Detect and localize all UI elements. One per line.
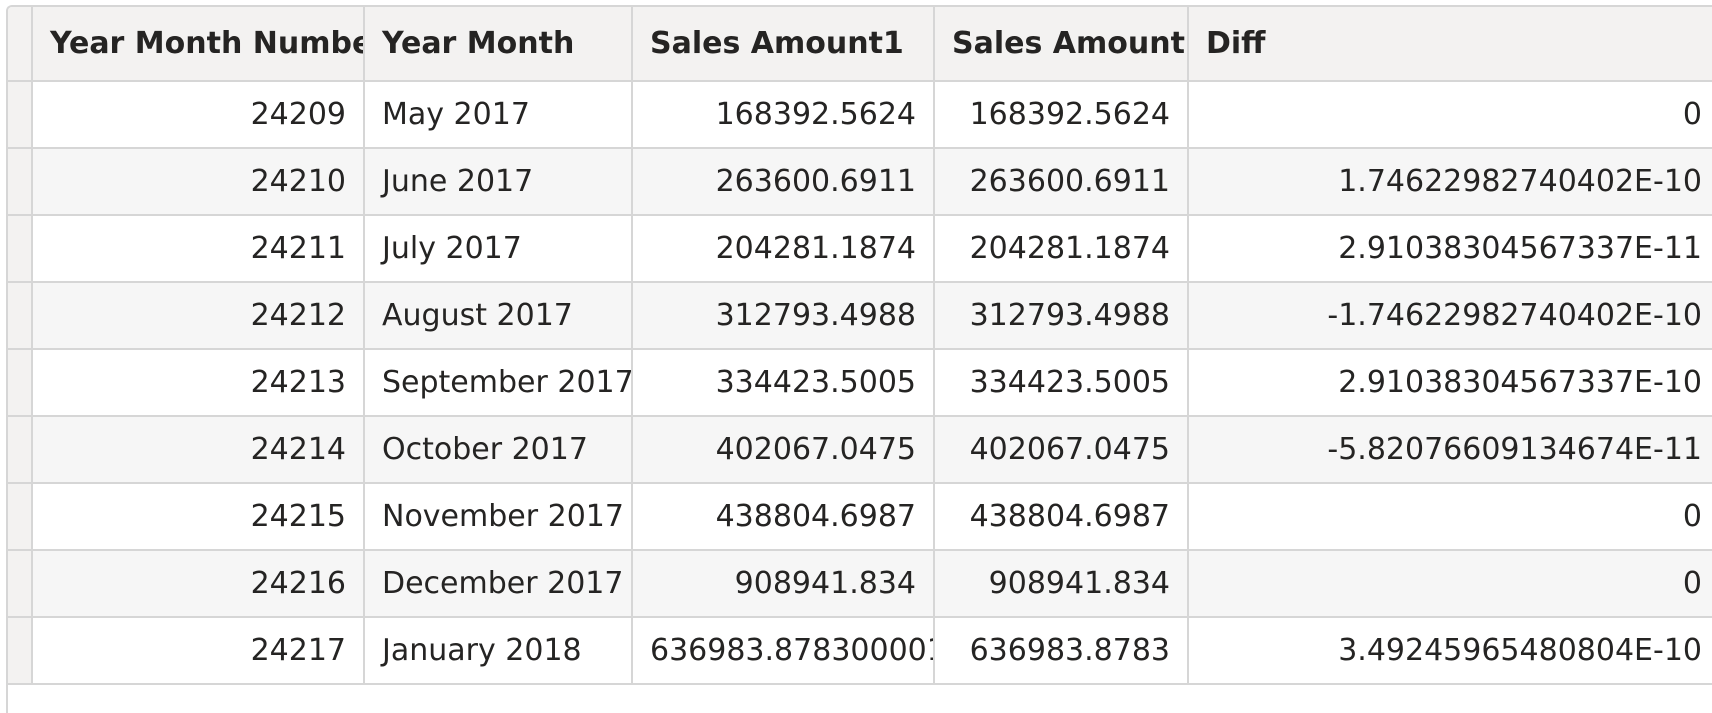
table-row[interactable]: 24212 August 2017 312793.4988 312793.498… bbox=[8, 282, 1712, 350]
table-row[interactable]: 24217 January 2018 636983.878300001 6369… bbox=[8, 617, 1712, 685]
cell-year-month[interactable]: August 2017 bbox=[364, 282, 633, 350]
cell-sales-amount1[interactable]: 438804.6987 bbox=[632, 483, 935, 551]
cell-sales-amount2[interactable]: 263600.6911 bbox=[934, 148, 1189, 216]
cell-diff[interactable]: -1.74622982740402E-10 bbox=[1188, 282, 1712, 350]
cell-diff[interactable]: 2.91038304567337E-10 bbox=[1188, 349, 1712, 417]
cell-sales-amount1[interactable]: 636983.878300001 bbox=[632, 617, 935, 685]
cell-diff[interactable]: -5.82076609134674E-11 bbox=[1188, 416, 1712, 484]
row-selector[interactable] bbox=[8, 483, 33, 551]
cell-diff[interactable]: 3.49245965480804E-10 bbox=[1188, 617, 1712, 685]
cell-sales-amount2[interactable]: 438804.6987 bbox=[934, 483, 1189, 551]
cell-sales-amount2[interactable]: 168392.5624 bbox=[934, 81, 1189, 149]
cell-year-month[interactable]: November 2017 bbox=[364, 483, 633, 551]
row-selector[interactable] bbox=[8, 416, 33, 484]
cell-year-month-number[interactable]: 24209 bbox=[32, 81, 365, 149]
cell-year-month[interactable]: May 2017 bbox=[364, 81, 633, 149]
cell-sales-amount1[interactable]: 908941.834 bbox=[632, 550, 935, 618]
cell-diff[interactable]: 1.74622982740402E-10 bbox=[1188, 148, 1712, 216]
cell-sales-amount1[interactable]: 312793.4988 bbox=[632, 282, 935, 350]
cell-year-month[interactable]: September 2017 bbox=[364, 349, 633, 417]
select-all-corner[interactable] bbox=[8, 7, 33, 82]
cell-year-month[interactable]: December 2017 bbox=[364, 550, 633, 618]
cell-year-month[interactable]: October 2017 bbox=[364, 416, 633, 484]
cell-sales-amount2[interactable]: 312793.4988 bbox=[934, 282, 1189, 350]
cell-year-month-number[interactable]: 24215 bbox=[32, 483, 365, 551]
cell-year-month-number[interactable]: 24210 bbox=[32, 148, 365, 216]
cell-year-month-number[interactable]: 24216 bbox=[32, 550, 365, 618]
cell-sales-amount2[interactable]: 204281.1874 bbox=[934, 215, 1189, 283]
cell-year-month-number[interactable]: 24211 bbox=[32, 215, 365, 283]
results-table: Year Month Number Year Month Sales Amoun… bbox=[8, 7, 1712, 685]
row-selector[interactable] bbox=[8, 617, 33, 685]
cell-diff[interactable]: 2.91038304567337E-11 bbox=[1188, 215, 1712, 283]
header-row: Year Month Number Year Month Sales Amoun… bbox=[8, 7, 1712, 82]
cell-sales-amount1[interactable]: 402067.0475 bbox=[632, 416, 935, 484]
row-selector[interactable] bbox=[8, 215, 33, 283]
column-header-year-month[interactable]: Year Month bbox=[364, 7, 633, 82]
cell-sales-amount2[interactable]: 908941.834 bbox=[934, 550, 1189, 618]
cell-sales-amount1[interactable]: 334423.5005 bbox=[632, 349, 935, 417]
cell-diff[interactable]: 0 bbox=[1188, 81, 1712, 149]
cell-diff[interactable]: 0 bbox=[1188, 550, 1712, 618]
table-row[interactable]: 24215 November 2017 438804.6987 438804.6… bbox=[8, 483, 1712, 551]
column-header-sales-amount1[interactable]: Sales Amount1 bbox=[632, 7, 935, 82]
table-row[interactable]: 24213 September 2017 334423.5005 334423.… bbox=[8, 349, 1712, 417]
cell-year-month-number[interactable]: 24217 bbox=[32, 617, 365, 685]
cell-year-month[interactable]: January 2018 bbox=[364, 617, 633, 685]
cell-sales-amount2[interactable]: 402067.0475 bbox=[934, 416, 1189, 484]
table-row[interactable]: 24211 July 2017 204281.1874 204281.1874 … bbox=[8, 215, 1712, 283]
column-header-sales-amount2[interactable]: Sales Amount2 bbox=[934, 7, 1189, 82]
row-selector[interactable] bbox=[8, 81, 33, 149]
row-selector[interactable] bbox=[8, 349, 33, 417]
cell-year-month[interactable]: June 2017 bbox=[364, 148, 633, 216]
column-header-year-month-number[interactable]: Year Month Number bbox=[32, 7, 365, 82]
cell-sales-amount1[interactable]: 263600.6911 bbox=[632, 148, 935, 216]
row-selector[interactable] bbox=[8, 550, 33, 618]
cell-sales-amount2[interactable]: 636983.8783 bbox=[934, 617, 1189, 685]
table-row[interactable]: 24210 June 2017 263600.6911 263600.6911 … bbox=[8, 148, 1712, 216]
table-row[interactable]: 24216 December 2017 908941.834 908941.83… bbox=[8, 550, 1712, 618]
data-grid: Year Month Number Year Month Sales Amoun… bbox=[6, 5, 1712, 713]
column-header-diff[interactable]: Diff bbox=[1188, 7, 1712, 82]
cell-year-month-number[interactable]: 24213 bbox=[32, 349, 365, 417]
cell-year-month-number[interactable]: 24212 bbox=[32, 282, 365, 350]
cell-diff[interactable]: 0 bbox=[1188, 483, 1712, 551]
table-row[interactable]: 24214 October 2017 402067.0475 402067.04… bbox=[8, 416, 1712, 484]
table-row[interactable]: 24209 May 2017 168392.5624 168392.5624 0 bbox=[8, 81, 1712, 149]
cell-sales-amount1[interactable]: 204281.1874 bbox=[632, 215, 935, 283]
cell-year-month-number[interactable]: 24214 bbox=[32, 416, 365, 484]
cell-sales-amount1[interactable]: 168392.5624 bbox=[632, 81, 935, 149]
row-selector[interactable] bbox=[8, 148, 33, 216]
cell-sales-amount2[interactable]: 334423.5005 bbox=[934, 349, 1189, 417]
row-selector[interactable] bbox=[8, 282, 33, 350]
cell-year-month[interactable]: July 2017 bbox=[364, 215, 633, 283]
